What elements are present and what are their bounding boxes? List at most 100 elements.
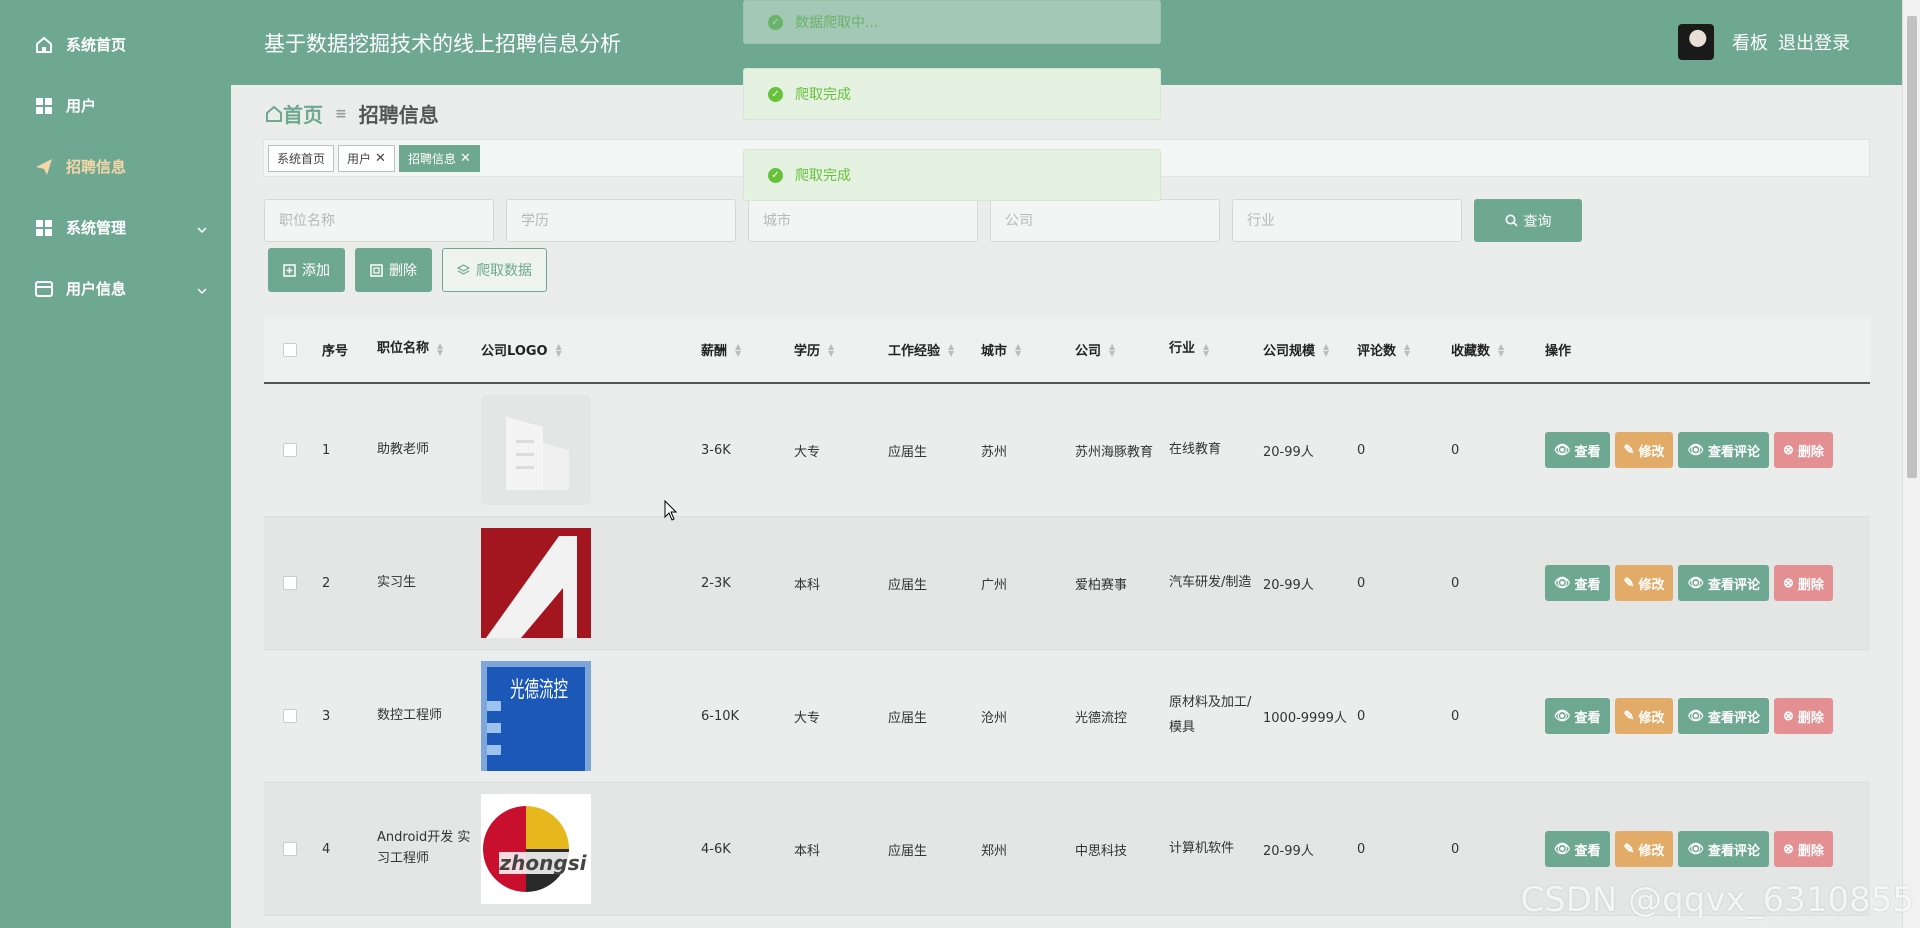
sort-icon[interactable]: ▲ ▼ (948, 342, 954, 357)
company-size: 20-99人 (1263, 444, 1314, 460)
col-header[interactable]: 评论数 (1357, 340, 1396, 359)
query-button[interactable]: 查询 (1474, 199, 1582, 242)
edit-button[interactable]: ✎ 修改 (1614, 698, 1674, 734)
avatar[interactable] (1678, 24, 1714, 60)
tag-users[interactable]: 用户 ✕ (338, 144, 395, 172)
company-size: 20-99人 (1263, 843, 1314, 859)
sort-icon[interactable]: ▲ ▼ (1323, 342, 1329, 357)
scrollbar-thumb[interactable] (1907, 16, 1917, 478)
sort-icon[interactable]: ▲ ▼ (1203, 342, 1209, 357)
add-button[interactable]: 添加 (268, 248, 345, 292)
job-name-input[interactable] (264, 199, 494, 242)
close-icon[interactable]: ✕ (375, 151, 386, 166)
sidebar-item-label: 用户信息 (66, 280, 127, 298)
view-comments-button[interactable]: 👁︎ 查看评论 (1678, 698, 1769, 734)
view-comments-button[interactable]: 👁︎ 查看评论 (1678, 565, 1769, 601)
delete-button[interactable]: ⊗ 删除 (1773, 831, 1833, 867)
company: 苏州海豚教育 (1075, 444, 1154, 460)
col-header[interactable]: 行业 (1169, 337, 1195, 362)
comments-label: 查看评论 (1707, 709, 1760, 725)
sidebar-item-users[interactable]: 用户 (0, 75, 231, 136)
company-logo-building (481, 395, 591, 505)
breadcrumb-home[interactable]: 首页 (265, 99, 323, 128)
col-header[interactable]: 公司 (1075, 340, 1101, 359)
page-scrollbar[interactable] (1902, 0, 1920, 928)
company-input[interactable] (990, 199, 1220, 242)
row-checkbox[interactable] (283, 842, 297, 856)
sort-icon[interactable]: ▲ ▼ (828, 342, 834, 357)
comments-label: 查看评论 (1707, 842, 1760, 858)
sidebar-item-jobs[interactable]: 招聘信息 (0, 136, 231, 197)
edit-label: 修改 (1638, 443, 1665, 459)
view-button[interactable]: 👁︎ 查看 (1545, 565, 1610, 601)
edit-label: 修改 (1638, 709, 1665, 725)
toast-complete: ✓ 爬取完成 (743, 149, 1161, 201)
delete-button[interactable]: ⊗ 删除 (1773, 698, 1833, 734)
paper-plane-icon (34, 157, 54, 177)
view-button[interactable]: 👁︎ 查看 (1545, 432, 1610, 468)
tag-home[interactable]: 系统首页 (268, 144, 335, 172)
table-row: 2 实习生 2-3K 本科 应届生 广州 爱柏赛事 汽车研发/制造 20-99人… (264, 517, 1870, 650)
delete-button[interactable]: ⊗ 删除 (1773, 432, 1833, 468)
eye-icon: 👁︎ (1687, 442, 1704, 457)
company: 光德流控 (1075, 710, 1128, 726)
view-comments-button[interactable]: 👁︎ 查看评论 (1678, 432, 1769, 468)
row-checkbox[interactable] (283, 709, 297, 723)
sort-icon[interactable]: ▲ ▼ (1498, 342, 1504, 357)
industry: 原材料及加工/模具 (1169, 695, 1252, 735)
view-button[interactable]: 👁︎ 查看 (1545, 831, 1610, 867)
row-checkbox[interactable] (283, 443, 297, 457)
sort-icon[interactable]: ▲ ▼ (1404, 342, 1410, 357)
row-checkbox[interactable] (283, 576, 297, 590)
edit-label: 修改 (1638, 576, 1665, 592)
mouse-cursor-icon (664, 500, 678, 521)
eye-icon: 👁︎ (1687, 708, 1704, 723)
view-comments-button[interactable]: 👁︎ 查看评论 (1678, 831, 1769, 867)
plus-square-icon (283, 263, 296, 277)
col-header[interactable]: 公司LOGO (481, 340, 548, 359)
toast-text: 爬取完成 (795, 87, 851, 103)
view-label: 查看 (1574, 576, 1601, 592)
sidebar-item-home[interactable]: 系统首页 (0, 14, 231, 75)
col-header[interactable]: 学历 (794, 340, 820, 359)
company: 爱柏赛事 (1075, 577, 1128, 593)
col-header[interactable]: 公司规模 (1263, 340, 1315, 359)
eye-icon: 👁︎ (1554, 575, 1571, 590)
sidebar-item-system[interactable]: 系统管理 (0, 197, 231, 258)
board-link[interactable]: 看板 (1732, 29, 1768, 55)
sort-icon[interactable]: ▲ ▼ (735, 342, 741, 357)
col-header[interactable]: 城市 (981, 340, 1007, 359)
company-logo-blue-building: 光德流控 (481, 661, 591, 771)
breadcrumb: 首页 ≡ 招聘信息 (265, 99, 439, 128)
delete-button[interactable]: ⊗ 删除 (1773, 565, 1833, 601)
col-header[interactable]: 收藏数 (1451, 340, 1490, 359)
edit-button[interactable]: ✎ 修改 (1614, 565, 1674, 601)
sidebar-item-userinfo[interactable]: 用户信息 (0, 258, 231, 319)
sort-icon[interactable]: ▲ ▼ (1109, 342, 1115, 357)
sort-icon[interactable]: ▲ ▼ (556, 342, 562, 357)
sort-icon[interactable]: ▲ ▼ (1015, 342, 1021, 357)
sort-icon[interactable]: ▲ ▼ (437, 342, 443, 357)
col-header[interactable]: 薪酬 (701, 340, 727, 359)
edit-label: 修改 (1638, 842, 1665, 858)
check-circle-icon: ✓ (768, 167, 783, 183)
city-input[interactable] (748, 199, 978, 242)
education-input[interactable] (506, 199, 736, 242)
col-header[interactable]: 工作经验 (888, 340, 940, 359)
crawl-button[interactable]: 爬取数据 (442, 248, 547, 292)
card-icon (34, 279, 54, 299)
sidebar-item-label: 系统管理 (66, 219, 127, 237)
close-icon[interactable]: ✕ (460, 151, 471, 166)
logout-link[interactable]: 退出登录 (1778, 29, 1850, 55)
select-all-checkbox[interactable] (283, 342, 297, 357)
view-button[interactable]: 👁︎ 查看 (1545, 698, 1610, 734)
col-header[interactable]: 职位名称 (377, 339, 429, 360)
industry: 汽车研发/制造 (1169, 574, 1252, 590)
edit-button[interactable]: ✎ 修改 (1614, 432, 1674, 468)
edit-button[interactable]: ✎ 修改 (1614, 831, 1674, 867)
tag-jobs[interactable]: 招聘信息 ✕ (398, 144, 480, 172)
close-circle-icon: ⊗ (1782, 841, 1794, 856)
batch-delete-button[interactable]: 删除 (355, 248, 432, 292)
industry-input[interactable] (1232, 199, 1462, 242)
grid-icon (34, 218, 54, 238)
